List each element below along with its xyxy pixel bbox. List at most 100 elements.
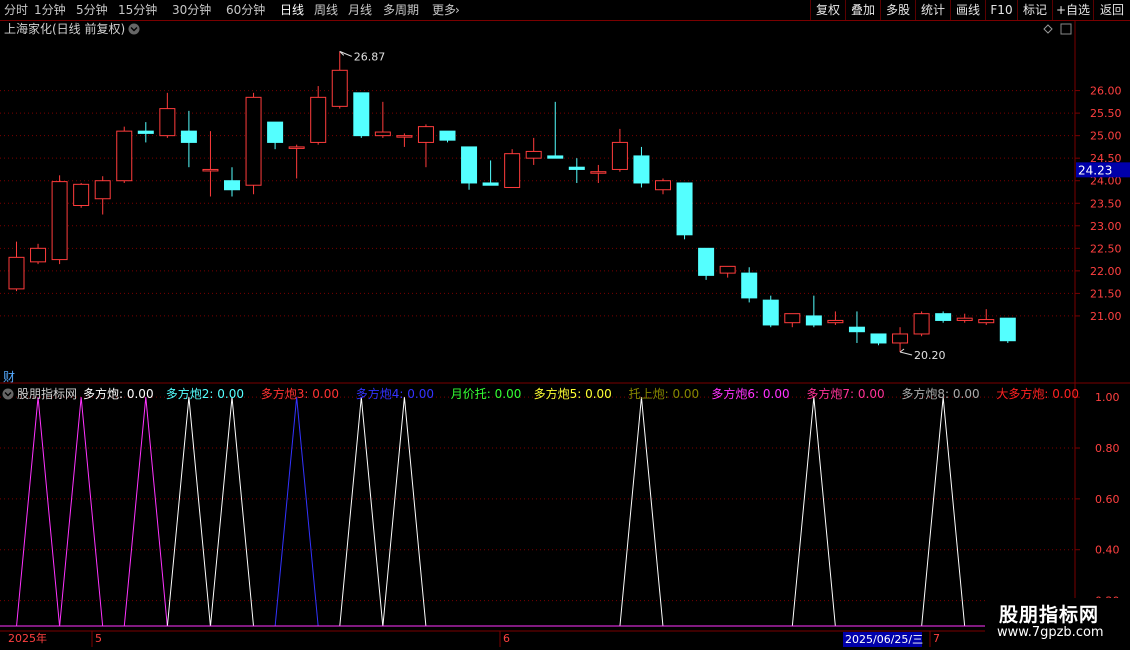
candle	[568, 158, 585, 183]
candle	[310, 86, 327, 145]
candle	[999, 317, 1016, 343]
stock-title: 上海家化(日线 前复权)	[4, 21, 125, 36]
candle-body	[224, 180, 240, 191]
candle	[439, 130, 456, 143]
candle	[73, 182, 90, 208]
candle-body	[978, 319, 995, 324]
candle	[461, 146, 478, 190]
candle-body	[676, 182, 693, 236]
diamond-icon[interactable]	[1043, 24, 1053, 34]
indicator-spike	[166, 397, 211, 627]
candle	[655, 178, 671, 195]
tab-more[interactable]: 更多	[432, 0, 456, 20]
y-tick-label: 23.50	[1090, 197, 1122, 210]
tab-fenshi[interactable]: 分时	[4, 0, 28, 20]
candle-body	[913, 313, 930, 335]
y-tick-label: 21.00	[1090, 310, 1122, 323]
candle-body	[245, 96, 262, 186]
candle-body	[51, 181, 68, 261]
y-tick-label: 22.50	[1090, 242, 1122, 255]
candle-body	[892, 333, 909, 344]
watermark: 股朋指标网 www.7gpzb.com	[985, 598, 1130, 650]
candle-body	[159, 108, 176, 137]
candle-body	[73, 183, 90, 207]
add-watchlist-button[interactable]: +自选	[1052, 0, 1093, 20]
statistics-button[interactable]: 统计	[915, 0, 950, 20]
y-tick-label: 22.00	[1090, 265, 1122, 278]
tab-30min[interactable]: 30分钟	[172, 0, 211, 20]
candle-body	[116, 130, 133, 182]
candle	[137, 122, 154, 143]
panel-toggle-icon[interactable]	[1060, 23, 1072, 35]
overlay-button[interactable]: 叠加	[845, 0, 880, 20]
low-marker: 20.20	[899, 348, 946, 362]
candle-body	[784, 313, 801, 324]
chevron-down-icon[interactable]	[128, 23, 140, 35]
candle-body	[504, 153, 521, 188]
tab-1min[interactable]: 1分钟	[34, 0, 66, 20]
candle	[180, 110, 197, 168]
finance-marker[interactable]: 财	[3, 370, 15, 384]
tab-60min[interactable]: 60分钟	[226, 0, 265, 20]
restore-right-button[interactable]: 复权	[810, 0, 845, 20]
candle-body	[482, 182, 499, 186]
indicator-y-tick-label: 0.80	[1095, 442, 1120, 455]
candle-body	[805, 315, 822, 326]
candle	[676, 182, 693, 240]
candle	[525, 137, 542, 165]
candle-body	[417, 126, 434, 143]
draw-line-button[interactable]: 画线	[950, 0, 985, 20]
chevron-right-icon[interactable]: ›	[455, 0, 460, 20]
indicator-spike	[619, 397, 664, 627]
candle	[827, 311, 844, 325]
candle	[224, 167, 240, 197]
watermark-url: www.7gpzb.com	[997, 625, 1104, 640]
candle-body	[461, 146, 478, 184]
back-button[interactable]: 返回	[1093, 0, 1130, 20]
candle	[935, 311, 952, 323]
candle-body	[590, 171, 607, 174]
date-label-june: 6	[503, 632, 510, 645]
tab-weekly[interactable]: 周线	[314, 0, 338, 20]
candle-body	[870, 333, 887, 344]
cursor-date-label: 2025/06/25/三	[845, 633, 923, 646]
indicator-spike	[274, 397, 319, 627]
y-tick-label: 26.00	[1090, 85, 1122, 98]
high-label: 26.87	[354, 50, 386, 63]
tab-5min[interactable]: 5分钟	[76, 0, 108, 20]
legend-item: 多方炮3: 0.00	[261, 386, 339, 401]
high-marker: 26.87	[339, 50, 386, 63]
candle-body	[180, 130, 197, 143]
legend-item: 多方炮: 0.00	[83, 386, 154, 401]
y-tick-label: 21.50	[1090, 287, 1122, 300]
candle	[913, 311, 930, 337]
f10-button[interactable]: F10	[985, 0, 1017, 20]
candle-body	[655, 180, 671, 191]
current-price-label: 24.23	[1078, 163, 1112, 177]
candle-body	[374, 131, 391, 137]
indicator-spikes[interactable]	[0, 397, 1075, 627]
candlestick-series[interactable]	[8, 51, 1016, 352]
candle-body	[547, 155, 564, 159]
candle	[267, 121, 284, 150]
tab-multi-period[interactable]: 多周期	[383, 0, 419, 20]
tab-daily[interactable]: 日线	[280, 0, 304, 20]
candle-body	[827, 319, 844, 324]
legend-item: 大多方炮: 0.00	[996, 386, 1079, 401]
candle-body	[202, 168, 219, 172]
candle	[417, 124, 434, 168]
chart-canvas[interactable]: 21.0021.5022.0022.5023.0023.5024.0024.50…	[0, 21, 1130, 650]
multi-stock-button[interactable]: 多股	[880, 0, 915, 20]
mark-button[interactable]: 标记	[1017, 0, 1052, 20]
indicator-spike	[16, 397, 61, 627]
candle-body	[94, 180, 111, 200]
indicator-chevron-icon[interactable]	[2, 388, 14, 400]
tab-monthly[interactable]: 月线	[348, 0, 372, 20]
candle-body	[848, 326, 865, 333]
candle-body	[331, 69, 348, 107]
candle	[978, 309, 995, 325]
candle	[719, 265, 736, 278]
tab-15min[interactable]: 15分钟	[118, 0, 157, 20]
candle	[611, 128, 628, 172]
date-label-may: 5	[95, 632, 102, 645]
